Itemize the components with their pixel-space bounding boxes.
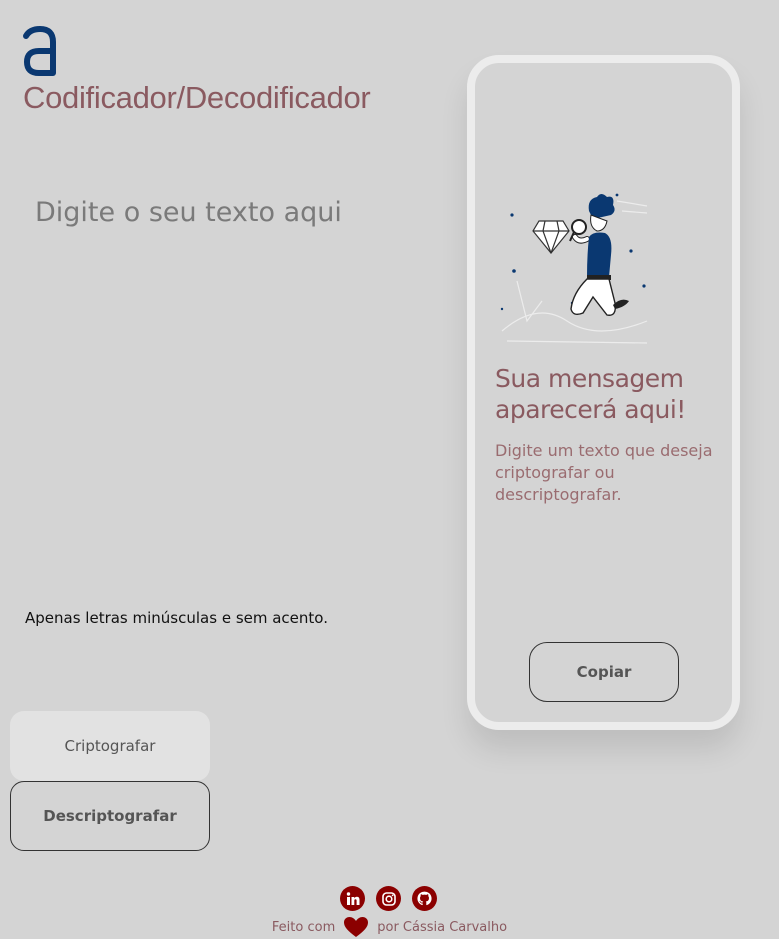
heart-icon	[344, 917, 369, 937]
linkedin-glyph-icon	[346, 891, 359, 905]
input-hint: Apenas letras minúsculas e sem acento.	[25, 609, 328, 627]
footer: Feito com por Cássia Carvalho	[0, 916, 779, 938]
output-panel: Sua mensagem aparecerá aqui! Digite um t…	[467, 55, 740, 730]
footer-author: por Cássia Carvalho	[377, 919, 508, 935]
social-links	[340, 886, 437, 911]
output-title: Sua mensagem aparecerá aqui!	[495, 364, 686, 424]
output-subtitle: Digite um texto que deseja criptografar …	[495, 441, 713, 504]
copy-button[interactable]: Copiar	[529, 642, 679, 702]
alura-logo-icon	[23, 25, 56, 76]
decrypt-button[interactable]: Descriptografar	[10, 781, 210, 851]
github-glyph-icon	[417, 891, 432, 906]
text-input[interactable]	[20, 185, 440, 585]
footer-made-with: Feito com	[271, 919, 336, 935]
instagram-glyph-icon	[381, 891, 396, 906]
encrypt-button[interactable]: Criptografar	[10, 711, 210, 781]
app-title: Codificador/Decodificador	[23, 80, 371, 115]
linkedin-icon[interactable]	[340, 886, 365, 911]
github-icon[interactable]	[412, 886, 437, 911]
person-magnifier-diamond-illustration	[500, 193, 648, 344]
instagram-icon[interactable]	[376, 886, 401, 911]
